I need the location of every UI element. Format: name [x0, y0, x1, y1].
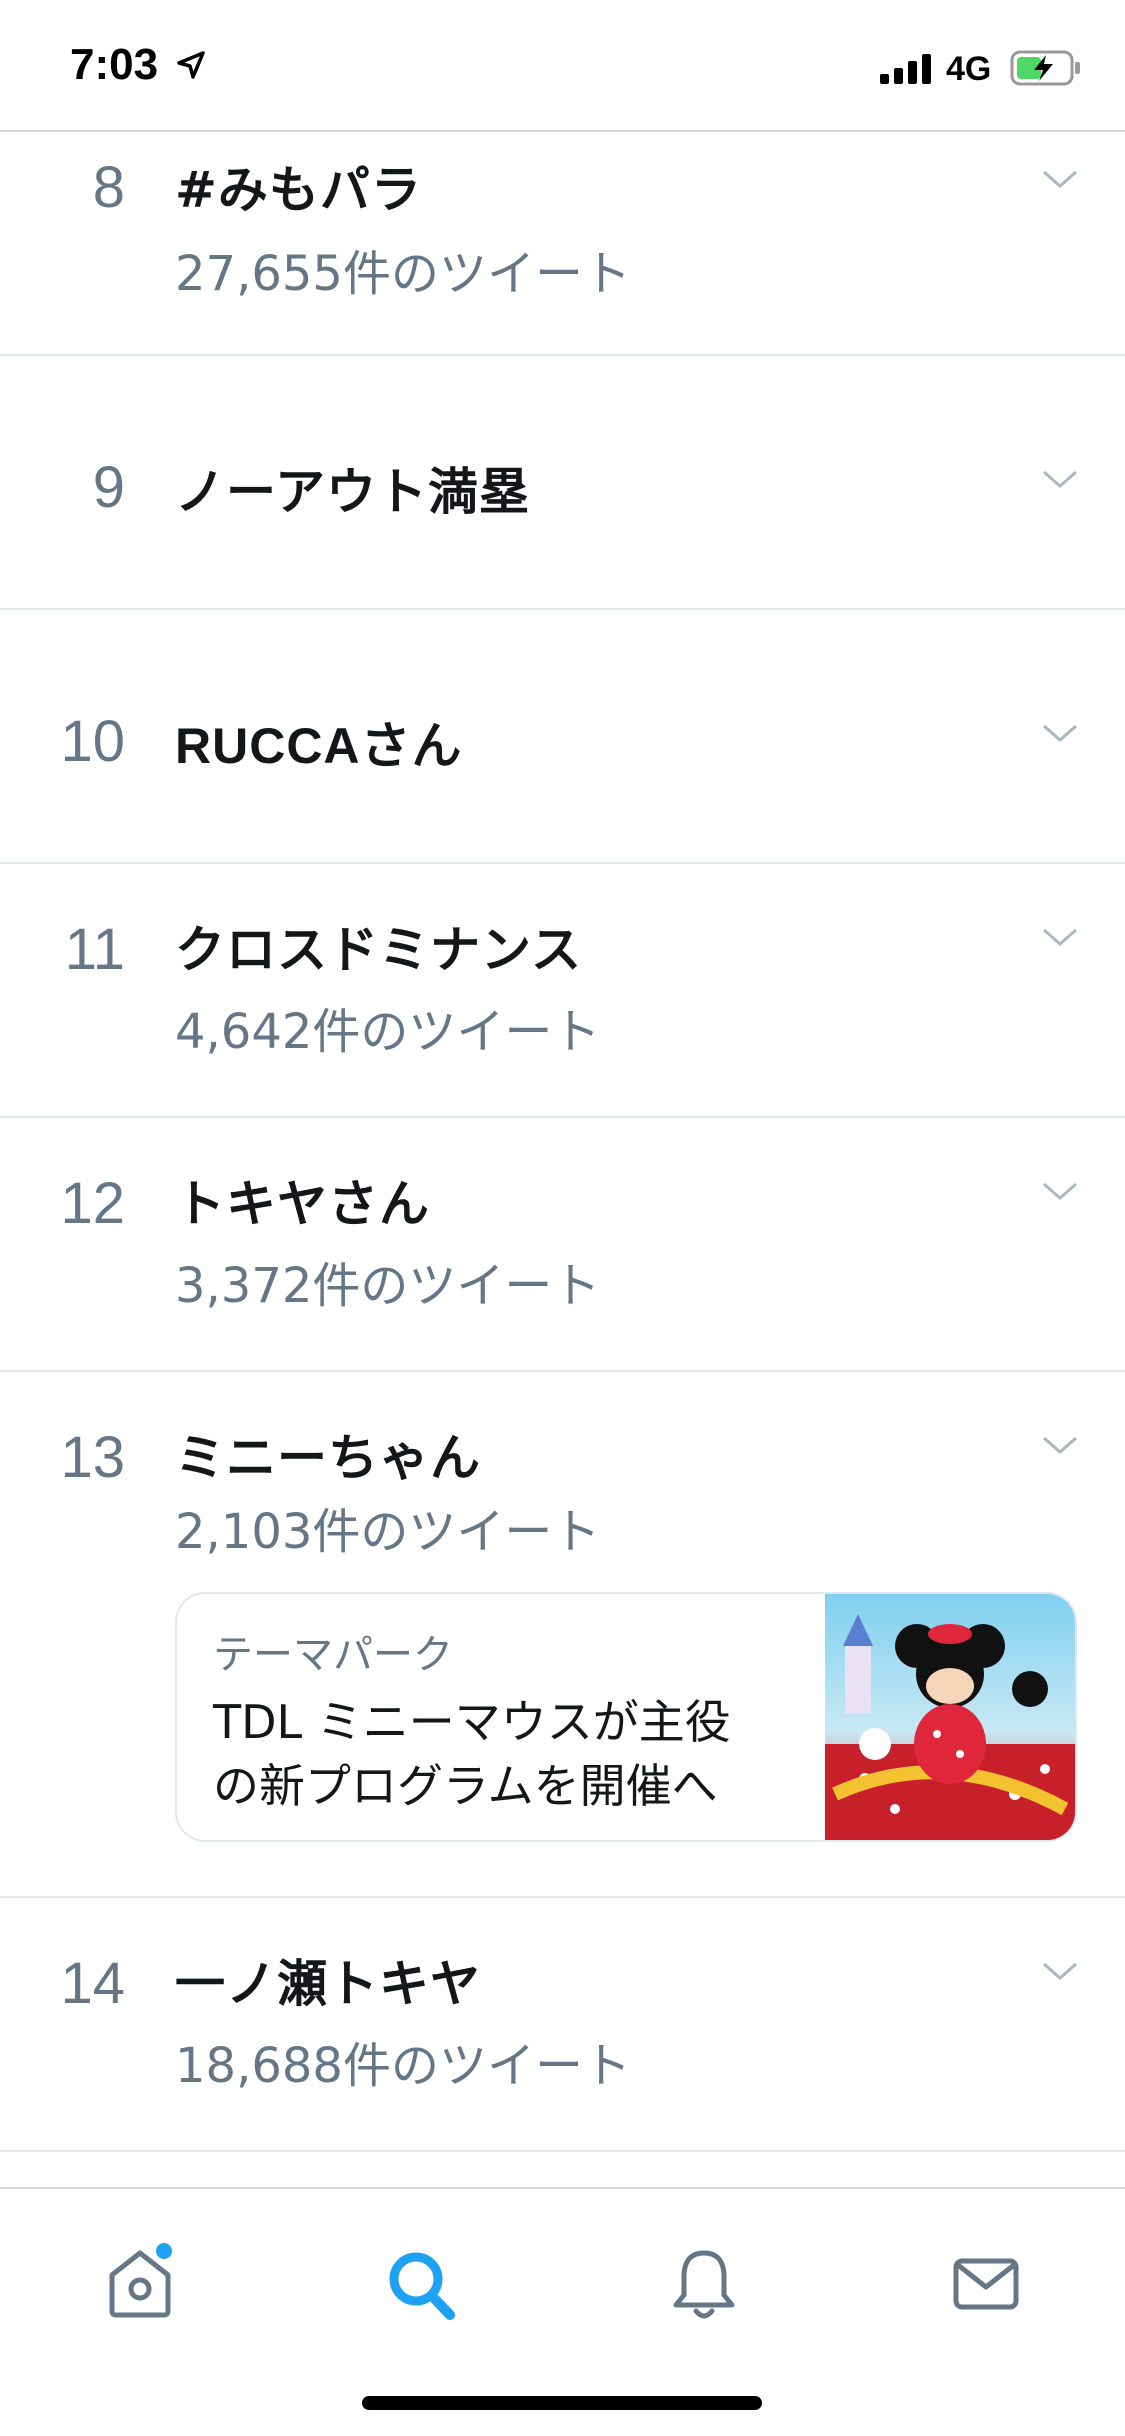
trend-item[interactable]: 14 一ノ瀬トキヤ 18,688件のツイート	[0, 1898, 1125, 2152]
network-type: 4G	[946, 50, 992, 88]
notification-dot-icon	[156, 2243, 172, 2259]
news-thumbnail-image	[825, 1594, 1075, 1840]
news-card[interactable]: テーマパーク TDL ミニーマウスが主役 の新プログラムを開催へ	[175, 1592, 1077, 1842]
trend-name: ノーアウト満塁	[175, 463, 530, 521]
home-icon[interactable]	[90, 2233, 190, 2333]
home-indicator[interactable]	[362, 2396, 762, 2410]
status-bar: 7:03 4G	[0, 0, 1125, 132]
trend-tweet-count: 27,655件のツイート	[175, 246, 631, 302]
trend-name: #みもパラ	[175, 161, 422, 219]
trend-item[interactable]: 13 ミニーちゃん 2,103件のツイート テーマパーク TDL ミニーマウスが…	[0, 1372, 1125, 1898]
trend-tweet-count: 18,688件のツイート	[175, 2038, 631, 2094]
trend-name: トキヤさん	[175, 1175, 430, 1233]
trend-rank: 8	[92, 155, 125, 220]
trend-item[interactable]: 11 クロスドミナンス 4,642件のツイート	[0, 864, 1125, 1118]
trend-item[interactable]: 10 RUCCAさん	[0, 610, 1125, 864]
signal-icon	[880, 54, 931, 84]
trend-rank: 14	[60, 1951, 125, 2016]
search-icon[interactable]	[372, 2233, 472, 2333]
trend-rank: 11	[64, 917, 125, 982]
trend-name: RUCCAさん	[175, 718, 463, 774]
trend-item[interactable]: 8 #みもパラ 27,655件のツイート	[0, 132, 1125, 356]
messages-envelope-icon[interactable]	[936, 2233, 1036, 2333]
chevron-down-icon[interactable]	[1042, 928, 1078, 948]
location-arrow-icon	[177, 51, 205, 79]
trend-tweet-count: 4,642件のツイート	[175, 1004, 601, 1060]
chevron-down-icon[interactable]	[1042, 170, 1078, 190]
chevron-down-icon[interactable]	[1042, 1182, 1078, 1202]
status-time: 7:03	[70, 40, 159, 89]
notifications-bell-icon[interactable]	[654, 2233, 754, 2333]
trend-item[interactable]: 9 ノーアウト満塁	[0, 356, 1125, 610]
battery-charging-icon	[1010, 50, 1080, 86]
trend-item[interactable]: 12 トキヤさん 3,372件のツイート	[0, 1118, 1125, 1372]
chevron-down-icon[interactable]	[1042, 1436, 1078, 1456]
news-title: TDL ミニーマウスが主役 の新プログラムを開催へ	[213, 1695, 731, 1813]
trend-rank: 10	[60, 709, 125, 774]
chevron-down-icon[interactable]	[1042, 1962, 1078, 1982]
news-category: テーマパーク	[213, 1632, 453, 1678]
trend-name: クロスドミナンス	[175, 921, 582, 979]
chevron-down-icon[interactable]	[1042, 724, 1078, 744]
trend-tweet-count: 3,372件のツイート	[175, 1258, 601, 1314]
trend-rank: 12	[60, 1171, 125, 1236]
chevron-down-icon[interactable]	[1042, 470, 1078, 490]
trend-tweet-count: 2,103件のツイート	[175, 1504, 601, 1560]
trend-name: ミニーちゃん	[175, 1429, 481, 1487]
trend-rank: 9	[92, 455, 125, 520]
trend-name: 一ノ瀬トキヤ	[175, 1955, 481, 2013]
trend-rank: 13	[60, 1425, 125, 1490]
